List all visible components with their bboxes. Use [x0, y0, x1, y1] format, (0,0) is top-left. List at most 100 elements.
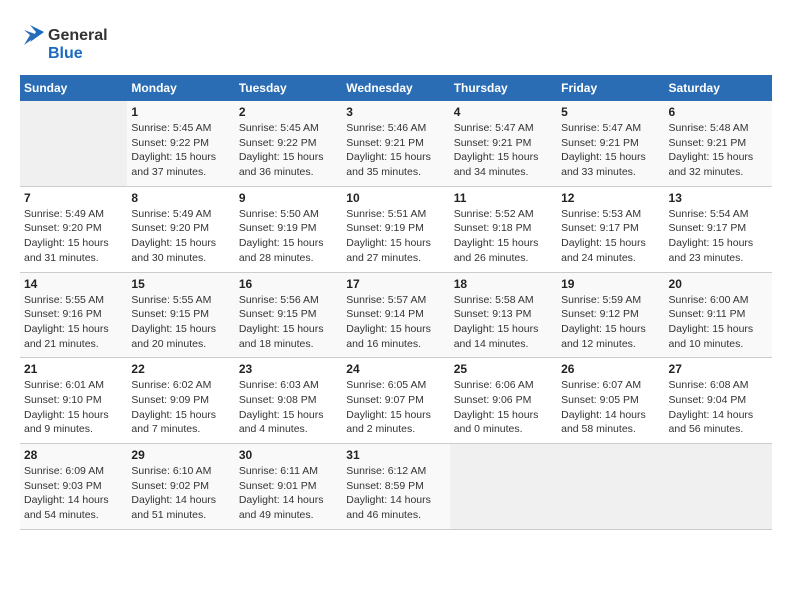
day-cell: 29 Sunrise: 6:10 AM Sunset: 9:02 PM Dayli… [127, 444, 234, 530]
day-number: 27 [669, 362, 768, 376]
day-number: 17 [346, 277, 445, 291]
day-number: 21 [24, 362, 123, 376]
day-info: Sunrise: 5:58 AM Sunset: 9:13 PM Dayligh… [454, 293, 553, 352]
day-info: Sunrise: 6:12 AM Sunset: 8:59 PM Dayligh… [346, 464, 445, 523]
day-number: 13 [669, 191, 768, 205]
day-info: Sunrise: 6:10 AM Sunset: 9:02 PM Dayligh… [131, 464, 230, 523]
day-cell: 19 Sunrise: 5:59 AM Sunset: 9:12 PM Dayli… [557, 272, 664, 358]
day-number: 20 [669, 277, 768, 291]
day-number: 14 [24, 277, 123, 291]
calendar-table: SundayMondayTuesdayWednesdayThursdayFrid… [20, 75, 772, 530]
day-number: 9 [239, 191, 338, 205]
day-info: Sunrise: 6:09 AM Sunset: 9:03 PM Dayligh… [24, 464, 123, 523]
day-info: Sunrise: 5:52 AM Sunset: 9:18 PM Dayligh… [454, 207, 553, 266]
day-info: Sunrise: 6:05 AM Sunset: 9:07 PM Dayligh… [346, 378, 445, 437]
header-saturday: Saturday [665, 75, 772, 101]
day-info: Sunrise: 5:51 AM Sunset: 9:19 PM Dayligh… [346, 207, 445, 266]
day-number: 7 [24, 191, 123, 205]
day-number: 26 [561, 362, 660, 376]
day-cell: 6 Sunrise: 5:48 AM Sunset: 9:21 PM Daylig… [665, 101, 772, 186]
header-sunday: Sunday [20, 75, 127, 101]
day-number: 25 [454, 362, 553, 376]
day-number: 15 [131, 277, 230, 291]
day-info: Sunrise: 6:01 AM Sunset: 9:10 PM Dayligh… [24, 378, 123, 437]
week-row-5: 28Sunrise: 6:09 AM Sunset: 9:03 PM Dayli… [20, 444, 772, 530]
day-cell: 17 Sunrise: 5:57 AM Sunset: 9:14 PM Dayli… [342, 272, 449, 358]
day-cell: 16 Sunrise: 5:56 AM Sunset: 9:15 PM Dayli… [235, 272, 342, 358]
week-row-1: 1 Sunrise: 5:45 AM Sunset: 9:22 PM Daylig… [20, 101, 772, 186]
week-row-4: 21 Sunrise: 6:01 AM Sunset: 9:10 PM Dayli… [20, 358, 772, 444]
day-cell: 25 Sunrise: 6:06 AM Sunset: 9:06 PM Dayli… [450, 358, 557, 444]
page-header: GeneralBlue [20, 20, 772, 65]
day-number: 1 [131, 105, 230, 119]
day-cell: 4 Sunrise: 5:47 AM Sunset: 9:21 PM Daylig… [450, 101, 557, 186]
day-number: 16 [239, 277, 338, 291]
day-number: 12 [561, 191, 660, 205]
day-cell [665, 444, 772, 530]
day-number: 11 [454, 191, 553, 205]
day-cell: 26 Sunrise: 6:07 AM Sunset: 9:05 PM Dayli… [557, 358, 664, 444]
day-info: Sunrise: 6:06 AM Sunset: 9:06 PM Dayligh… [454, 378, 553, 437]
day-info: Sunrise: 5:47 AM Sunset: 9:21 PM Dayligh… [454, 121, 553, 180]
header-thursday: Thursday [450, 75, 557, 101]
day-cell: 2 Sunrise: 5:45 AM Sunset: 9:22 PM Daylig… [235, 101, 342, 186]
day-cell: 21 Sunrise: 6:01 AM Sunset: 9:10 PM Dayli… [20, 358, 127, 444]
day-cell: 31 Sunrise: 6:12 AM Sunset: 8:59 PM Dayli… [342, 444, 449, 530]
week-row-3: 14Sunrise: 5:55 AM Sunset: 9:16 PM Dayli… [20, 272, 772, 358]
day-number: 2 [239, 105, 338, 119]
day-cell: 1 Sunrise: 5:45 AM Sunset: 9:22 PM Daylig… [127, 101, 234, 186]
day-info: Sunrise: 5:56 AM Sunset: 9:15 PM Dayligh… [239, 293, 338, 352]
day-info: Sunrise: 6:02 AM Sunset: 9:09 PM Dayligh… [131, 378, 230, 437]
day-info: Sunrise: 6:08 AM Sunset: 9:04 PM Dayligh… [669, 378, 768, 437]
header-wednesday: Wednesday [342, 75, 449, 101]
day-number: 19 [561, 277, 660, 291]
day-info: Sunrise: 5:46 AM Sunset: 9:21 PM Dayligh… [346, 121, 445, 180]
day-number: 23 [239, 362, 338, 376]
day-number: 31 [346, 448, 445, 462]
day-info: Sunrise: 5:49 AM Sunset: 9:20 PM Dayligh… [131, 207, 230, 266]
day-number: 30 [239, 448, 338, 462]
day-cell [20, 101, 127, 186]
day-info: Sunrise: 5:54 AM Sunset: 9:17 PM Dayligh… [669, 207, 768, 266]
day-info: Sunrise: 5:45 AM Sunset: 9:22 PM Dayligh… [131, 121, 230, 180]
svg-text:General: General [48, 27, 108, 44]
week-row-2: 7 Sunrise: 5:49 AM Sunset: 9:20 PM Daylig… [20, 186, 772, 272]
day-cell: 9 Sunrise: 5:50 AM Sunset: 9:19 PM Daylig… [235, 186, 342, 272]
calendar-header-row: SundayMondayTuesdayWednesdayThursdayFrid… [20, 75, 772, 101]
day-cell: 14Sunrise: 5:55 AM Sunset: 9:16 PM Dayli… [20, 272, 127, 358]
day-cell [450, 444, 557, 530]
day-cell: 15 Sunrise: 5:55 AM Sunset: 9:15 PM Dayli… [127, 272, 234, 358]
day-info: Sunrise: 6:07 AM Sunset: 9:05 PM Dayligh… [561, 378, 660, 437]
day-info: Sunrise: 5:45 AM Sunset: 9:22 PM Dayligh… [239, 121, 338, 180]
day-number: 22 [131, 362, 230, 376]
day-info: Sunrise: 6:00 AM Sunset: 9:11 PM Dayligh… [669, 293, 768, 352]
day-cell: 5Sunrise: 5:47 AM Sunset: 9:21 PM Daylig… [557, 101, 664, 186]
header-monday: Monday [127, 75, 234, 101]
day-info: Sunrise: 5:55 AM Sunset: 9:15 PM Dayligh… [131, 293, 230, 352]
day-cell: 8Sunrise: 5:49 AM Sunset: 9:20 PM Daylig… [127, 186, 234, 272]
day-info: Sunrise: 6:03 AM Sunset: 9:08 PM Dayligh… [239, 378, 338, 437]
day-number: 4 [454, 105, 553, 119]
day-number: 24 [346, 362, 445, 376]
day-cell [557, 444, 664, 530]
day-cell: 28Sunrise: 6:09 AM Sunset: 9:03 PM Dayli… [20, 444, 127, 530]
day-info: Sunrise: 5:48 AM Sunset: 9:21 PM Dayligh… [669, 121, 768, 180]
day-info: Sunrise: 5:59 AM Sunset: 9:12 PM Dayligh… [561, 293, 660, 352]
day-info: Sunrise: 5:57 AM Sunset: 9:14 PM Dayligh… [346, 293, 445, 352]
day-number: 6 [669, 105, 768, 119]
day-info: Sunrise: 5:49 AM Sunset: 9:20 PM Dayligh… [24, 207, 123, 266]
logo: GeneralBlue [20, 20, 110, 65]
day-cell: 12 Sunrise: 5:53 AM Sunset: 9:17 PM Dayli… [557, 186, 664, 272]
day-number: 5 [561, 105, 660, 119]
day-number: 10 [346, 191, 445, 205]
day-info: Sunrise: 5:50 AM Sunset: 9:19 PM Dayligh… [239, 207, 338, 266]
day-number: 29 [131, 448, 230, 462]
logo-svg: GeneralBlue [20, 20, 110, 65]
day-info: Sunrise: 5:53 AM Sunset: 9:17 PM Dayligh… [561, 207, 660, 266]
day-cell: 30Sunrise: 6:11 AM Sunset: 9:01 PM Dayli… [235, 444, 342, 530]
day-cell: 23 Sunrise: 6:03 AM Sunset: 9:08 PM Dayli… [235, 358, 342, 444]
svg-text:Blue: Blue [48, 45, 83, 62]
day-cell: 3Sunrise: 5:46 AM Sunset: 9:21 PM Daylig… [342, 101, 449, 186]
day-cell: 20 Sunrise: 6:00 AM Sunset: 9:11 PM Dayli… [665, 272, 772, 358]
day-cell: 10 Sunrise: 5:51 AM Sunset: 9:19 PM Dayli… [342, 186, 449, 272]
